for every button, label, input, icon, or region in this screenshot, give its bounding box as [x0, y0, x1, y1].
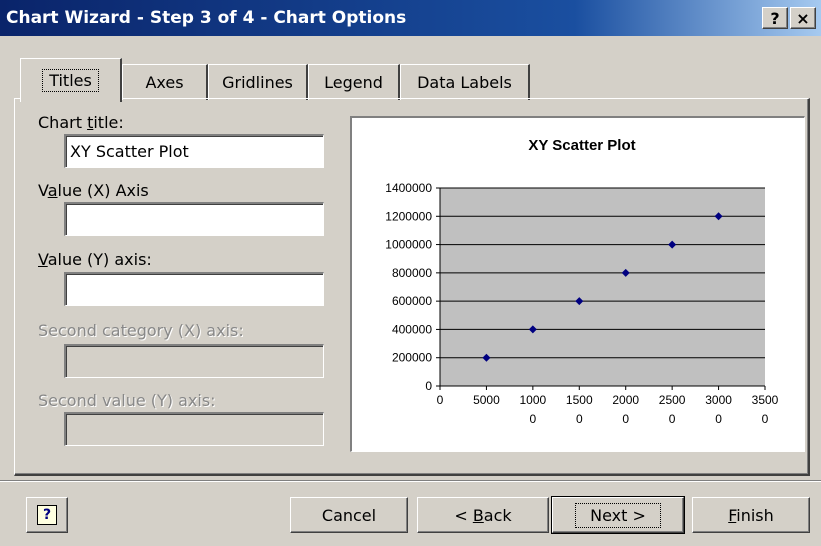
chart-title-field[interactable] — [64, 134, 324, 168]
chart-preview: XY Scatter Plot 0 200000 400000 600000 80000… — [350, 116, 805, 452]
finish-button[interactable]: Finish — [692, 497, 810, 533]
x-tick-label: 3000 — [705, 393, 732, 407]
tab-data-labels-label: Data Labels — [417, 73, 512, 92]
second-x-axis-label: Second category (X) axis: — [38, 321, 244, 340]
y-tick-label: 200000 — [392, 351, 432, 365]
y-tick-label: 800000 — [392, 266, 432, 280]
tab-titles[interactable]: Titles — [20, 58, 122, 102]
y-tick-label: 600000 — [392, 294, 432, 308]
x-tick-label: 0 — [762, 412, 769, 426]
button-separator — [0, 480, 821, 482]
scatter-chart: XY Scatter Plot 020000040000060000080000… — [352, 118, 804, 451]
close-icon: × — [796, 8, 810, 28]
back-label: < Back — [454, 505, 512, 525]
question-icon: ? — [770, 8, 780, 28]
x-tick-label: 0 — [622, 412, 629, 426]
y-axis-field[interactable] — [64, 272, 324, 306]
tab-gridlines[interactable]: Gridlines — [208, 64, 308, 100]
x-tick-label: 2000 — [612, 393, 639, 407]
tab-legend-label: Legend — [324, 73, 383, 92]
help-title-button[interactable]: ? — [762, 7, 788, 29]
y-axis-label: Value (Y) axis: — [38, 250, 152, 269]
tab-titles-label: Titles — [42, 69, 99, 92]
close-button[interactable]: × — [790, 7, 816, 29]
next-label: Next > — [575, 502, 661, 528]
y-tick-label: 0 — [425, 379, 432, 393]
tab-legend[interactable]: Legend — [308, 64, 400, 100]
y-tick-label: 1200000 — [385, 209, 432, 223]
finish-label: Finish — [728, 505, 774, 525]
cancel-button[interactable]: Cancel — [290, 497, 408, 533]
x-tick-label: 0 — [669, 412, 676, 426]
chart-title-text: XY Scatter Plot — [528, 137, 635, 154]
x-tick-label: 0 — [437, 393, 444, 407]
x-axis-label: Value (X) Axis — [38, 181, 149, 200]
cancel-label: Cancel — [321, 505, 377, 525]
x-tick-label: 0 — [576, 412, 583, 426]
tab-axes[interactable]: Axes — [122, 64, 208, 100]
x-tick-label: 0 — [530, 412, 537, 426]
x-tick-label: 2500 — [659, 393, 686, 407]
help-question-icon: ? — [37, 505, 57, 525]
x-tick-label: 1500 — [566, 393, 593, 407]
tab-axes-label: Axes — [145, 73, 184, 92]
help-button[interactable]: ? — [26, 497, 68, 533]
window-title: Chart Wizard - Step 3 of 4 - Chart Optio… — [6, 8, 407, 28]
x-tick-label: 5000 — [473, 393, 500, 407]
next-button[interactable]: Next > — [551, 496, 685, 534]
second-y-axis-field — [64, 412, 324, 446]
x-axis-field[interactable] — [64, 202, 324, 236]
y-tick-label: 400000 — [392, 322, 432, 336]
chart-title-label: Chart title: — [38, 113, 124, 132]
y-tick-label: 1400000 — [385, 181, 432, 195]
x-tick-label: 0 — [715, 412, 722, 426]
tab-data-labels[interactable]: Data Labels — [400, 64, 530, 100]
back-button[interactable]: < Back — [417, 497, 549, 533]
x-tick-label: 1000 — [520, 393, 547, 407]
y-tick-label: 1000000 — [385, 238, 432, 252]
title-bar: Chart Wizard - Step 3 of 4 - Chart Optio… — [0, 0, 821, 36]
second-x-axis-field — [64, 344, 324, 378]
second-y-axis-label: Second value (Y) axis: — [38, 391, 216, 410]
x-tick-label: 3500 — [752, 393, 779, 407]
tab-gridlines-label: Gridlines — [222, 73, 293, 92]
